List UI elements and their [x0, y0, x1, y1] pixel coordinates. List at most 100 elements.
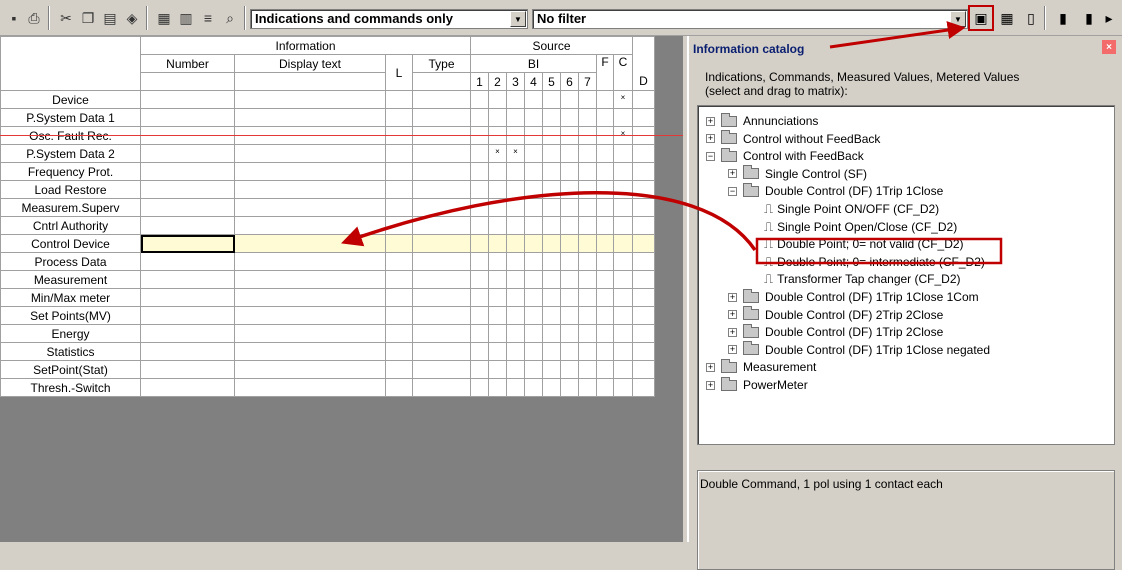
bi-7-cell[interactable] [578, 234, 597, 253]
f-cell[interactable] [596, 198, 614, 217]
bi-1-cell[interactable] [470, 180, 489, 199]
expand-icon[interactable]: + [706, 134, 715, 144]
bi-6-cell[interactable] [560, 198, 579, 217]
expand-icon[interactable]: + [728, 310, 737, 320]
tree-leaf[interactable]: ⎍ Transformer Tap changer (CF_D2) [764, 270, 961, 288]
number-cell[interactable] [140, 270, 235, 289]
compile-icon[interactable]: ▦ [154, 8, 174, 28]
type-cell[interactable] [412, 90, 471, 109]
l-cell[interactable] [385, 378, 413, 397]
tree-leaf[interactable]: ⎍ Single Point Open/Close (CF_D2) [764, 218, 957, 236]
bi-3-cell[interactable] [506, 198, 525, 217]
bi-5-cell[interactable] [542, 252, 561, 271]
d-cell[interactable] [632, 342, 655, 361]
tree-folder[interactable]: + Double Control (DF) 1Trip 1Close 1Com [728, 288, 979, 306]
bi-3-cell[interactable] [506, 306, 525, 325]
bi-3-cell[interactable] [506, 234, 525, 253]
f-cell[interactable] [596, 216, 614, 235]
bi-6-cell[interactable] [560, 144, 579, 163]
number-cell[interactable] [140, 306, 235, 325]
number-cell[interactable] [140, 252, 235, 271]
tree-folder[interactable]: + PowerMeter [706, 376, 808, 394]
d-cell[interactable] [632, 108, 655, 127]
bi-3-cell[interactable] [506, 342, 525, 361]
bi-1-cell[interactable] [470, 216, 489, 235]
bi-4-cell[interactable] [524, 90, 543, 109]
f-cell[interactable] [596, 252, 614, 271]
number-cell[interactable] [140, 288, 235, 307]
expand-icon[interactable]: + [728, 327, 737, 337]
type-cell[interactable] [412, 234, 471, 253]
d-cell[interactable] [632, 324, 655, 343]
bi-4-cell[interactable] [524, 108, 543, 127]
expand-icon[interactable]: + [728, 345, 737, 355]
bi-4-cell[interactable] [524, 270, 543, 289]
bi-5-cell[interactable] [542, 270, 561, 289]
bi-7-cell[interactable] [578, 306, 597, 325]
type-cell[interactable] [412, 180, 471, 199]
tree-folder[interactable]: + Double Control (DF) 1Trip 1Close negate… [728, 341, 990, 359]
bi-1-cell[interactable] [470, 360, 489, 379]
c-cell[interactable] [613, 306, 633, 325]
bi-3-cell[interactable] [506, 360, 525, 379]
l-cell[interactable] [385, 90, 413, 109]
bi-2-cell[interactable] [488, 108, 507, 127]
tree-folder[interactable]: + Single Control (SF) [728, 165, 867, 183]
l-cell[interactable] [385, 342, 413, 361]
l-cell[interactable] [385, 324, 413, 343]
matrix-row-label[interactable]: Thresh.-Switch [0, 378, 141, 397]
f-cell[interactable] [596, 324, 614, 343]
bi-3-cell[interactable] [506, 252, 525, 271]
bi-2-cell[interactable] [488, 288, 507, 307]
matrix-row-label[interactable]: P.System Data 1 [0, 108, 141, 127]
c-cell[interactable] [613, 180, 633, 199]
c-cell[interactable] [613, 378, 633, 397]
bi-1-cell[interactable] [470, 144, 489, 163]
display-text-cell[interactable] [234, 360, 386, 379]
bi-1-cell[interactable] [470, 252, 489, 271]
collapse-icon[interactable]: − [706, 151, 715, 161]
number-cell[interactable] [140, 360, 235, 379]
c-cell[interactable] [613, 342, 633, 361]
display-text-cell[interactable] [234, 252, 386, 271]
number-cell[interactable] [140, 378, 235, 397]
more-icon[interactable]: ▸ [1102, 7, 1116, 29]
number-cell[interactable] [140, 162, 235, 181]
chevron-down-icon[interactable]: ▼ [950, 11, 966, 27]
bi-3-cell[interactable] [506, 90, 525, 109]
chevron-down-icon[interactable]: ▼ [510, 11, 526, 27]
d-cell[interactable] [632, 360, 655, 379]
bi-2-cell[interactable] [488, 180, 507, 199]
expand-icon[interactable]: + [706, 116, 715, 126]
d-header[interactable]: D [632, 72, 655, 91]
c-cell[interactable] [613, 198, 633, 217]
insert-icon[interactable]: ◈ [122, 8, 142, 28]
bi-7-cell[interactable] [578, 252, 597, 271]
matrix-row-label[interactable]: Frequency Prot. [0, 162, 141, 181]
f-cell[interactable] [596, 234, 614, 253]
f-cell[interactable] [596, 342, 614, 361]
number-cell[interactable] [140, 342, 235, 361]
tree-leaf[interactable]: ⎍ Double Point; 0= intermediate (CF_D2) [764, 253, 985, 271]
matrix-row-label[interactable]: Control Device [0, 234, 141, 253]
l-cell[interactable] [385, 180, 413, 199]
bi-4-cell[interactable] [524, 234, 543, 253]
bi-4-cell[interactable] [524, 324, 543, 343]
l-cell[interactable] [385, 288, 413, 307]
collapse-icon[interactable]: − [728, 186, 737, 196]
l-cell[interactable] [385, 306, 413, 325]
bi-5-cell[interactable] [542, 234, 561, 253]
bi-1-cell[interactable] [470, 324, 489, 343]
d-cell[interactable] [632, 378, 655, 397]
bi-2-cell[interactable] [488, 342, 507, 361]
bi-2-cell[interactable] [488, 162, 507, 181]
c-cell[interactable] [613, 288, 633, 307]
f-cell[interactable] [596, 144, 614, 163]
bi-4-cell[interactable] [524, 198, 543, 217]
d-cell[interactable] [632, 162, 655, 181]
f-header[interactable]: F [596, 54, 614, 91]
type-cell[interactable] [412, 378, 471, 397]
bi-7-cell[interactable] [578, 108, 597, 127]
display-text-header[interactable]: Display text [234, 54, 386, 73]
bi-6-cell[interactable] [560, 324, 579, 343]
